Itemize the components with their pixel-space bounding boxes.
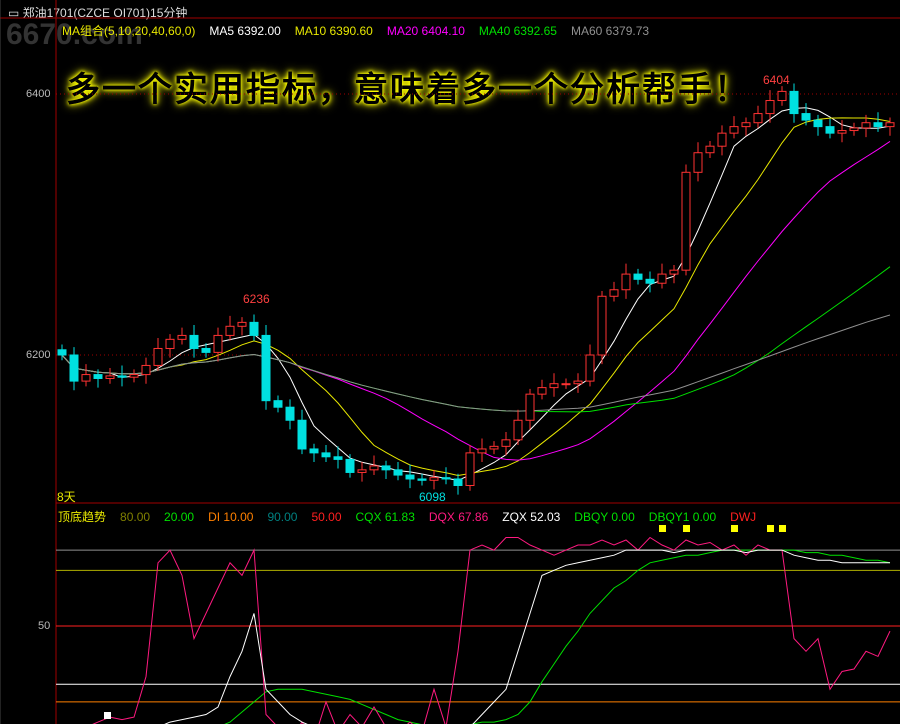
candle-body: [573, 380, 583, 385]
ma5-line: [61, 107, 891, 481]
candle-body: [765, 100, 775, 115]
candle-body: [261, 334, 271, 402]
candle-body: [105, 375, 115, 379]
candle-body: [81, 374, 91, 382]
candle-body: [633, 273, 643, 280]
candle-body: [189, 334, 199, 349]
candle-body: [357, 469, 367, 473]
candle-body: [369, 465, 379, 471]
candle-body: [381, 465, 391, 471]
candle-body: [333, 456, 343, 460]
candle-body: [345, 458, 355, 473]
candle-body: [57, 349, 67, 356]
candle-body: [249, 321, 259, 336]
candle-body: [777, 90, 787, 102]
candle-body: [273, 400, 283, 408]
candle-body: [465, 452, 475, 486]
candle-body: [741, 122, 751, 128]
candle-body: [453, 478, 463, 487]
candle-body: [669, 269, 679, 275]
candle-body: [729, 126, 739, 134]
candle-body: [849, 127, 859, 132]
candle-body: [93, 374, 103, 379]
candle-body: [621, 273, 631, 291]
candle-body: [717, 132, 727, 147]
candle-body: [681, 171, 691, 271]
ma10-line: [61, 117, 891, 477]
candle-body: [873, 122, 883, 128]
candle-body: [693, 152, 703, 173]
zqx-line: [164, 549, 890, 724]
candle-body: [297, 419, 307, 450]
candle-body: [441, 477, 451, 480]
candle-body: [69, 354, 79, 382]
candle-body: [117, 375, 127, 378]
candle-body: [285, 406, 295, 421]
ma60-line: [61, 314, 891, 412]
candle-body: [429, 477, 439, 481]
candle-body: [837, 130, 847, 134]
candle-body: [129, 374, 139, 378]
candle-body: [513, 419, 523, 441]
candle-body: [801, 113, 811, 121]
candle-body: [213, 334, 223, 353]
candle-body: [789, 90, 799, 115]
candle-body: [813, 119, 823, 128]
candle-body: [309, 448, 319, 454]
dbqy-marker: [731, 525, 738, 532]
candle-body: [525, 393, 535, 421]
candle-body: [153, 347, 163, 366]
candle-body: [393, 469, 403, 476]
candle-body: [225, 325, 235, 336]
candle-body: [405, 474, 415, 480]
candle-body: [561, 383, 571, 386]
candle-body: [477, 448, 487, 454]
dbqy-marker: [683, 525, 690, 532]
candle-body: [657, 273, 667, 284]
cqx-line: [224, 549, 891, 724]
candle-body: [585, 354, 595, 382]
candle-body: [237, 321, 247, 327]
ma20-line: [61, 140, 891, 461]
candle-body: [537, 387, 547, 395]
candle-body: [753, 113, 763, 124]
candle-body: [885, 122, 895, 128]
candle-body: [201, 347, 211, 353]
candle-body: [645, 278, 655, 284]
candle-body: [165, 338, 175, 349]
candle-body: [321, 452, 331, 458]
candle-body: [825, 126, 835, 134]
candle-body: [501, 439, 511, 447]
kline-chart[interactable]: [0, 0, 900, 724]
candle-body: [861, 122, 871, 129]
dqx-line: [92, 536, 891, 724]
candle-body: [177, 334, 187, 340]
dbqy-marker: [659, 525, 666, 532]
dbqy-marker: [779, 525, 786, 532]
candle-body: [609, 289, 619, 297]
candle-body: [705, 145, 715, 154]
candle-body: [141, 364, 151, 376]
candle-body: [597, 295, 607, 356]
candle-body: [489, 445, 499, 450]
candle-body: [417, 478, 427, 481]
dbqy-marker: [767, 525, 774, 532]
signal-marker: [104, 712, 111, 719]
candle-body: [549, 383, 559, 389]
